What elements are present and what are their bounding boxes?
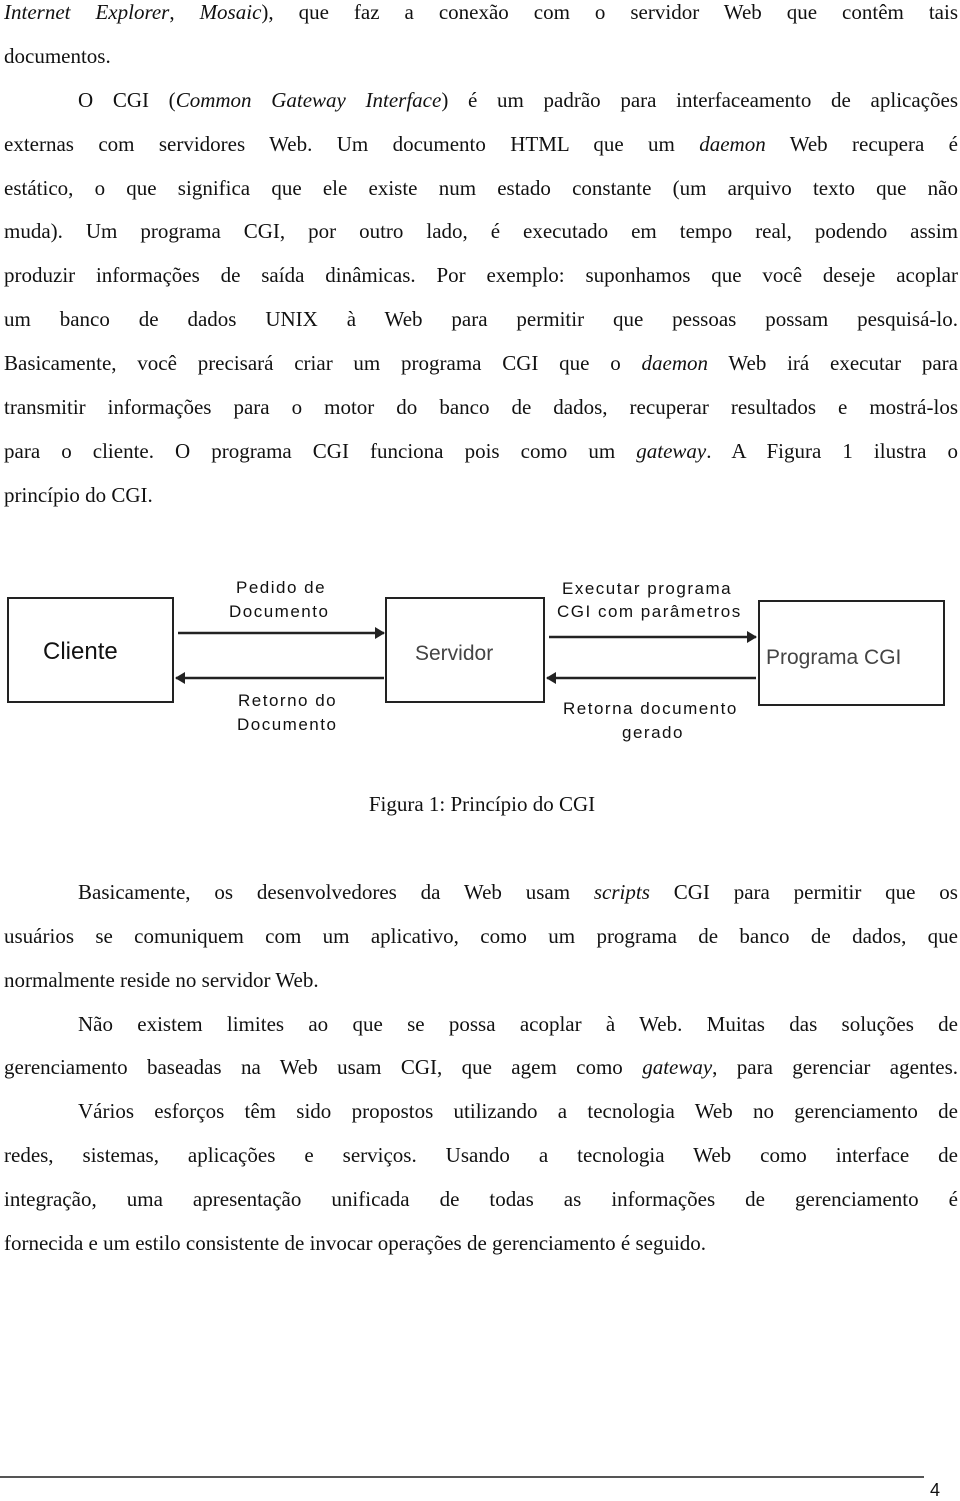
- text-line: redes, sistemas, aplicações e serviços. …: [4, 1143, 958, 1167]
- text-segment: princípio do CGI.: [4, 483, 153, 507]
- text-line: documentos.: [4, 44, 111, 68]
- page-number: 4: [930, 1480, 941, 1500]
- text-segment: gerenciamento baseadas na Web usam CGI, …: [4, 1055, 643, 1079]
- text-line: Basicamente, os desenvolvedores da Web u…: [78, 880, 958, 904]
- text-segment: ,: [169, 0, 200, 24]
- generated-label-1: Retorna documento: [563, 699, 738, 718]
- text-segment: fornecida e um estilo consistente de inv…: [4, 1231, 707, 1255]
- execute-label-2: CGI com parâmetros: [557, 602, 742, 621]
- text-line: um banco de dados UNIX à Web para permit…: [4, 307, 958, 331]
- execute-label-1: Executar programa: [562, 579, 732, 598]
- text-line: integração, uma apresentação unificada d…: [4, 1187, 958, 1211]
- text-segment: . A Figura 1 ilustra o: [706, 439, 958, 463]
- text-line: normalmente reside no servidor Web.: [4, 968, 319, 992]
- text-line: muda). Um programa CGI, por outro lado, …: [4, 219, 958, 243]
- text-segment: um banco de dados UNIX à Web para permit…: [4, 307, 958, 331]
- text-line: O CGI (Common Gateway Interface) é um pa…: [78, 88, 958, 112]
- text-segment: documentos.: [4, 44, 111, 68]
- cgi-diagram: Cliente Servidor Programa CGI Pedido de …: [7, 578, 945, 742]
- text-segment: para o cliente. O programa CGI funciona …: [4, 439, 637, 463]
- text-segment: integração, uma apresentação unificada d…: [4, 1187, 958, 1211]
- request-label-1: Pedido de: [236, 578, 326, 597]
- text-segment: , para gerenciar agentes.: [712, 1055, 958, 1079]
- text-line: Basicamente, você precisará criar um pro…: [4, 351, 958, 375]
- client-label: Cliente: [43, 638, 118, 665]
- text-line: para o cliente. O programa CGI funciona …: [4, 439, 958, 463]
- italic-text: daemon: [641, 351, 709, 375]
- text-line: transmitir informações para o motor do b…: [4, 395, 958, 419]
- request-label-2: Documento: [229, 602, 329, 621]
- italic-text: Internet Explorer: [4, 0, 170, 24]
- italic-text: gateway: [636, 439, 707, 463]
- text-line: fornecida e um estilo consistente de inv…: [4, 1231, 706, 1255]
- text-segment: Web recupera é: [765, 132, 959, 156]
- text-segment: Web irá executar para: [708, 351, 958, 375]
- text-segment: transmitir informações para o motor do b…: [4, 395, 958, 419]
- figure-caption: Figura 1: Princípio do CGI: [368, 792, 596, 816]
- generated-label-2: gerado: [622, 723, 684, 742]
- text-line: Vários esforços têm sido propostos utili…: [78, 1099, 958, 1123]
- text-line: princípio do CGI.: [4, 483, 153, 507]
- text-segment: produzir informações de saída dinâmicas.…: [4, 263, 958, 287]
- text-segment: Vários esforços têm sido propostos utili…: [78, 1099, 958, 1123]
- text-line: gerenciamento baseadas na Web usam CGI, …: [4, 1055, 958, 1079]
- return-label-1: Retorno do: [238, 691, 337, 710]
- text-segment: redes, sistemas, aplicações e serviços. …: [4, 1143, 958, 1167]
- text-segment: Basicamente, você precisará criar um pro…: [4, 351, 642, 375]
- text-line: Não existem limites ao que se possa acop…: [78, 1012, 958, 1036]
- italic-text: Mosaic: [199, 0, 262, 24]
- text-segment: CGI para permitir que os: [649, 880, 958, 904]
- footer-divider: [0, 1476, 924, 1478]
- text-segment: usuários se comuniquem com um aplicativo…: [4, 924, 958, 948]
- italic-text: daemon: [699, 132, 766, 156]
- return-label-2: Documento: [237, 715, 337, 734]
- text-line: estático, o que significa que ele existe…: [4, 176, 958, 200]
- text-segment: normalmente reside no servidor Web.: [4, 968, 319, 992]
- cgi-program-label: Programa CGI: [766, 646, 901, 669]
- text-segment: Basicamente, os desenvolvedores da Web u…: [78, 880, 594, 904]
- server-label: Servidor: [415, 642, 493, 665]
- text-line: externas com servidores Web. Um document…: [4, 132, 958, 156]
- text-line: Internet Explorer, Mosaic), que faz a co…: [4, 0, 958, 24]
- text-segment: estático, o que significa que ele existe…: [4, 176, 958, 200]
- italic-text: Common Gateway Interface: [175, 88, 442, 112]
- text-segment: O CGI (: [78, 88, 176, 112]
- italic-text: scripts: [593, 880, 650, 904]
- text-line: produzir informações de saída dinâmicas.…: [4, 263, 958, 287]
- text-segment: Não existem limites ao que se possa acop…: [78, 1012, 958, 1036]
- italic-text: gateway: [642, 1055, 713, 1079]
- text-segment: ) é um padrão para interfaceamento de ap…: [441, 88, 958, 112]
- text-line: usuários se comuniquem com um aplicativo…: [4, 924, 958, 948]
- text-segment: muda). Um programa CGI, por outro lado, …: [4, 219, 958, 243]
- text-segment: externas com servidores Web. Um document…: [4, 132, 700, 156]
- text-segment: ), que faz a conexão com o servidor Web …: [261, 0, 958, 24]
